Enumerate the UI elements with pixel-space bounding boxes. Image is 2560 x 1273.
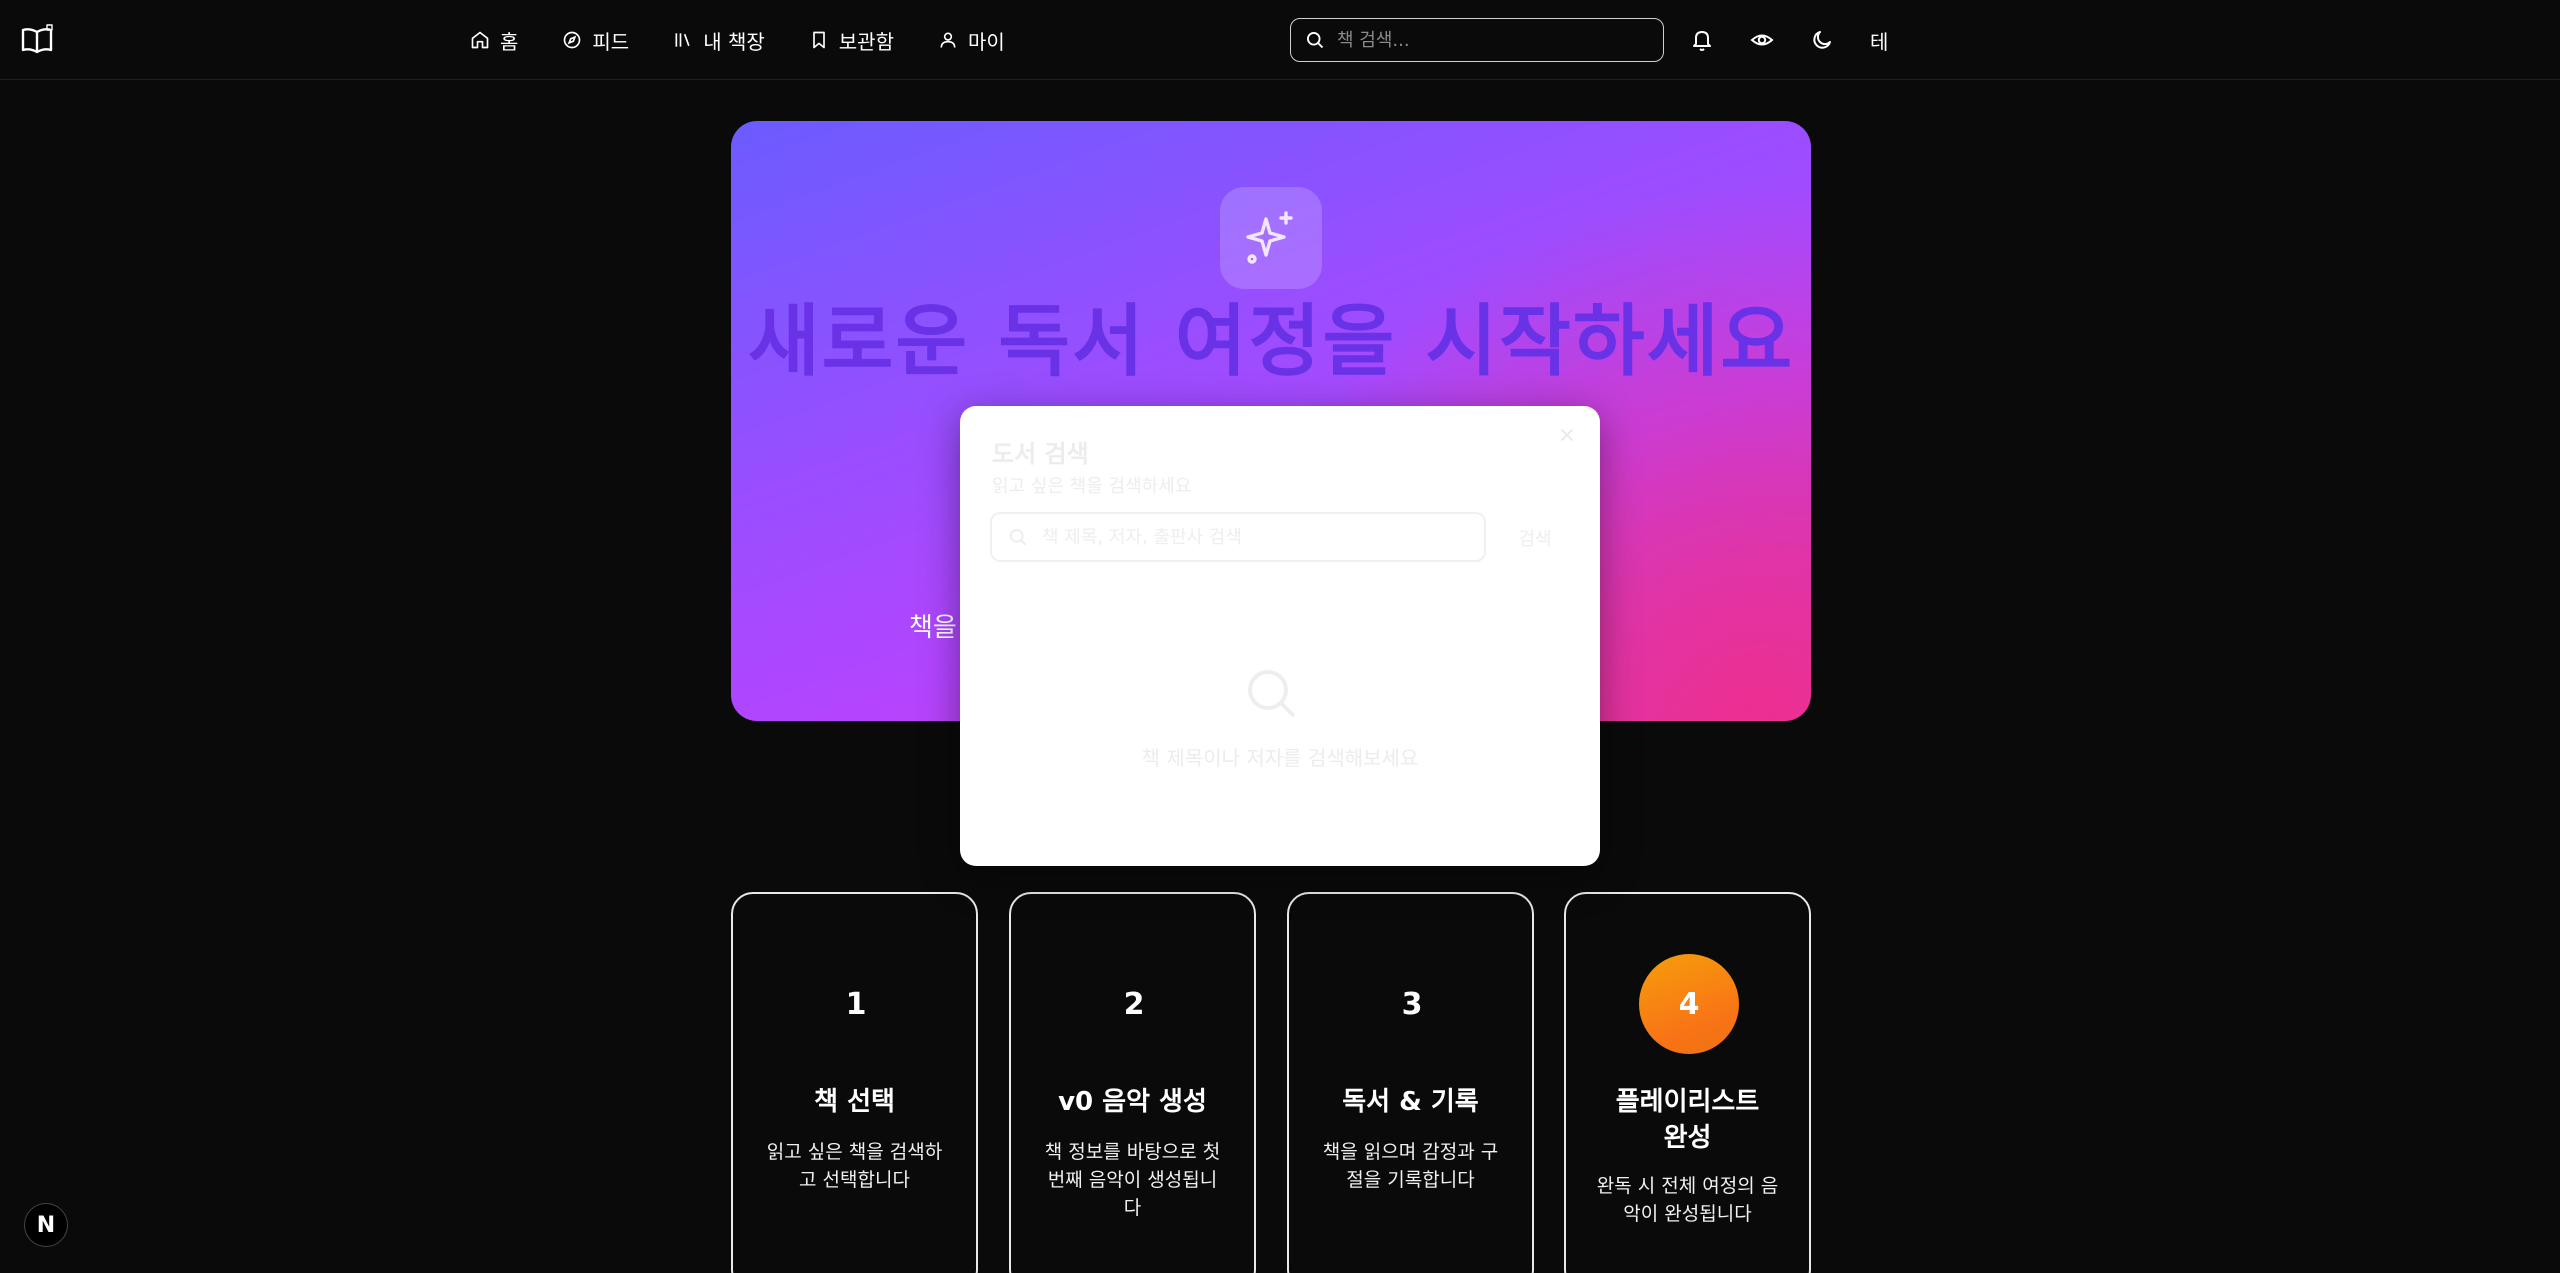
step-description-line: 책을 읽으며 감정과 구 [1322,1141,1499,1163]
step-description-line: 읽고 싶은 책을 검색하 [766,1141,943,1163]
nav-bookmarks-label: 보관함 [838,29,894,54]
step-card-2: 2 v0 음악 생성 책 정보를 바탕으로 첫 번째 음악이 생성됩니 다 [1009,892,1256,1273]
book-open-icon[interactable] [20,24,54,56]
nav-feed[interactable]: 피드 [562,24,629,56]
dialog-description: 읽고 싶은 책을 검색하세요 [992,476,1192,497]
close-button[interactable] [1556,424,1582,450]
step-card-4: 4 플레이리스트 완성 완독 시 전체 여정의 음 악이 완성됩니다 [1564,892,1811,1273]
notification-button[interactable] [1688,26,1716,54]
nav-home-label: 홈 [500,29,519,54]
search-icon [1010,529,1027,546]
step-description: 책 정보를 바탕으로 첫 번째 음악이 생성됩니 다 [1011,1138,1254,1222]
step-description-line: 고 선택합니다 [799,1169,910,1191]
moon-icon [1813,31,1831,49]
dark-mode-button[interactable] [1808,26,1836,54]
step-number: 1 [845,986,867,1022]
compass-icon [564,31,581,49]
close-icon [1560,428,1574,442]
nav-bookmarks[interactable]: 보관함 [809,24,894,56]
step-card-3: 3 독서 & 기록 책을 읽으며 감정과 구 절을 기록합니다 [1287,892,1534,1273]
nav-feed-label: 피드 [592,29,630,54]
nav-my[interactable]: 마이 [938,24,1005,56]
nav-home[interactable]: 홈 [470,24,518,56]
step-title-line: 완성 [1663,1123,1712,1153]
book-search-dialog: 도서 검색 읽고 싶은 책을 검색하세요 검색 책 제목이나 저자를 검색해보세… [960,406,1600,866]
step-title: 책 선택 [814,1087,895,1117]
nextjs-badge[interactable]: N [24,1203,68,1247]
search-icon [1307,32,1324,49]
dialog-title: 도서 검색 [992,440,1089,468]
step-description-line: 번째 음악이 생성됩니 [1047,1169,1218,1191]
top-navigation: 홈 피드 내 책장 보관함 마이 테 [0,0,2560,80]
hero-title: 새로운 독서 여정을 시작하세요 [747,297,1795,387]
dialog-search-field [990,512,1486,562]
user-icon [940,32,956,48]
step-title: 플레이리스트 완성 [1566,1084,1809,1156]
step-description-line: 악이 완성됩니다 [1623,1203,1752,1225]
main-nav: 홈 피드 내 책장 보관함 마이 [470,24,1049,56]
step-description-line: 완독 시 전체 여정의 음 [1596,1175,1779,1197]
theme-label[interactable]: 테 [1870,26,1888,55]
hero-subtitle-left: 책을 [909,613,957,643]
dialog-search-input[interactable] [1042,526,1462,548]
header-search-input[interactable] [1337,29,1637,51]
sparkles-icon [1220,187,1322,289]
eye-icon [1750,34,1774,46]
step-title: 독서 & 기록 [1342,1087,1479,1117]
step-description: 완독 시 전체 여정의 음 악이 완성됩니다 [1566,1172,1809,1228]
library-icon [675,33,690,47]
step-description-line: 다 [1123,1197,1142,1219]
step-number: 2 [1123,986,1145,1022]
nav-library[interactable]: 내 책장 [673,24,765,56]
bookmark-icon [812,31,825,49]
step-description-line: 책 정보를 바탕으로 첫 [1044,1141,1221,1163]
bell-icon [1693,31,1711,51]
search-icon [1240,662,1304,726]
home-icon [471,31,489,49]
step-title-line: 플레이리스트 [1615,1087,1760,1117]
dialog-search-button[interactable]: 검색 [1500,518,1570,558]
header-search [1290,18,1664,62]
step-description: 읽고 싶은 책을 검색하 고 선택합니다 [733,1138,976,1194]
dialog-empty-text: 책 제목이나 저자를 검색해보세요 [1141,746,1419,770]
step-description: 책을 읽으며 감정과 구 절을 기록합니다 [1289,1138,1532,1194]
nav-library-label: 내 책장 [703,29,765,54]
step-card-1: 1 책 선택 읽고 싶은 책을 검색하 고 선택합니다 [731,892,978,1273]
step-description-line: 절을 기록합니다 [1346,1169,1475,1191]
view-toggle-button[interactable] [1748,26,1776,54]
step-title: v0 음악 생성 [1058,1087,1207,1117]
nav-my-label: 마이 [967,29,1005,54]
step-number: 3 [1401,986,1423,1022]
step-number-active: 4 [1639,954,1739,1054]
